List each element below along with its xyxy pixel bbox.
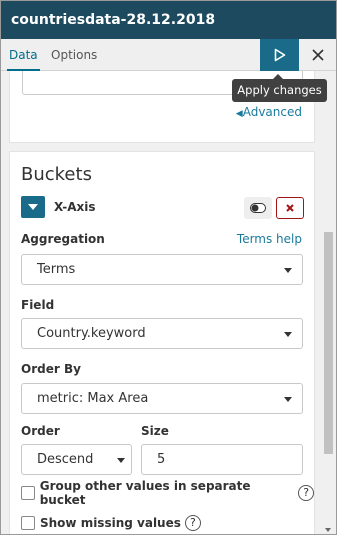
terms-help-link[interactable]: Terms help xyxy=(237,232,302,246)
disable-bucket-toggle[interactable] xyxy=(244,197,272,219)
scrollbar-thumb[interactable] xyxy=(324,232,333,454)
show-missing-label: Show missing values xyxy=(40,516,181,530)
editor-tab-bar: Data Options xyxy=(1,39,336,71)
size-value: 5 xyxy=(157,452,166,467)
group-other-row: Group other values in separate bucket ? xyxy=(21,479,314,507)
chevron-down-icon xyxy=(284,397,292,402)
buckets-panel: Buckets X-Axis Aggregation Terms help Te… xyxy=(9,151,315,534)
chevron-down-icon xyxy=(284,268,292,273)
group-other-label: Group other values in separate bucket xyxy=(39,479,251,507)
apply-changes-button[interactable] xyxy=(260,39,299,71)
chevron-down-icon xyxy=(117,458,125,463)
chevron-down-icon xyxy=(284,332,292,337)
show-missing-checkbox[interactable] xyxy=(21,516,35,530)
show-missing-row: Show missing values ? xyxy=(21,514,201,532)
buckets-title: Buckets xyxy=(21,164,92,185)
order-value: Descend xyxy=(37,452,94,467)
order-select[interactable]: Descend xyxy=(21,444,132,475)
index-pattern-title: countriesdata-28.12.2018 xyxy=(1,1,336,39)
visualize-editor-panel: countriesdata-28.12.2018 Data Options Ap… xyxy=(0,0,337,535)
apply-changes-tooltip: Apply changes xyxy=(232,74,327,102)
remove-bucket-button[interactable] xyxy=(276,197,304,219)
close-icon xyxy=(312,49,324,61)
aggregation-select[interactable]: Terms xyxy=(21,254,303,285)
aggregation-value: Terms xyxy=(37,262,76,277)
field-label: Field xyxy=(21,298,55,312)
field-value: Country.keyword xyxy=(37,326,146,341)
collapse-bucket-button[interactable] xyxy=(21,196,45,218)
size-input[interactable]: 5 xyxy=(141,444,303,475)
order-by-select[interactable]: metric: Max Area xyxy=(21,383,303,414)
order-by-label: Order By xyxy=(21,362,81,376)
caret-left-icon: ◀ xyxy=(235,109,243,119)
close-button[interactable] xyxy=(304,39,332,71)
size-label: Size xyxy=(141,424,169,438)
aggregation-label: Aggregation xyxy=(21,232,105,246)
field-select[interactable]: Country.keyword xyxy=(21,318,303,349)
group-other-checkbox[interactable] xyxy=(21,486,35,500)
scroll-down-icon[interactable] xyxy=(325,528,331,532)
bucket-type-label: X-Axis xyxy=(54,200,96,214)
tab-options[interactable]: Options xyxy=(51,39,97,71)
caret-down-icon xyxy=(28,204,38,210)
tab-data[interactable]: Data xyxy=(7,39,40,71)
order-label: Order xyxy=(21,424,60,438)
help-icon[interactable]: ? xyxy=(184,515,201,531)
play-icon xyxy=(274,48,285,62)
advanced-link[interactable]: ◀Advanced xyxy=(236,105,302,119)
remove-icon xyxy=(286,204,294,212)
order-by-value: metric: Max Area xyxy=(37,391,149,406)
help-icon[interactable]: ? xyxy=(298,485,314,501)
toggle-icon xyxy=(250,203,266,213)
